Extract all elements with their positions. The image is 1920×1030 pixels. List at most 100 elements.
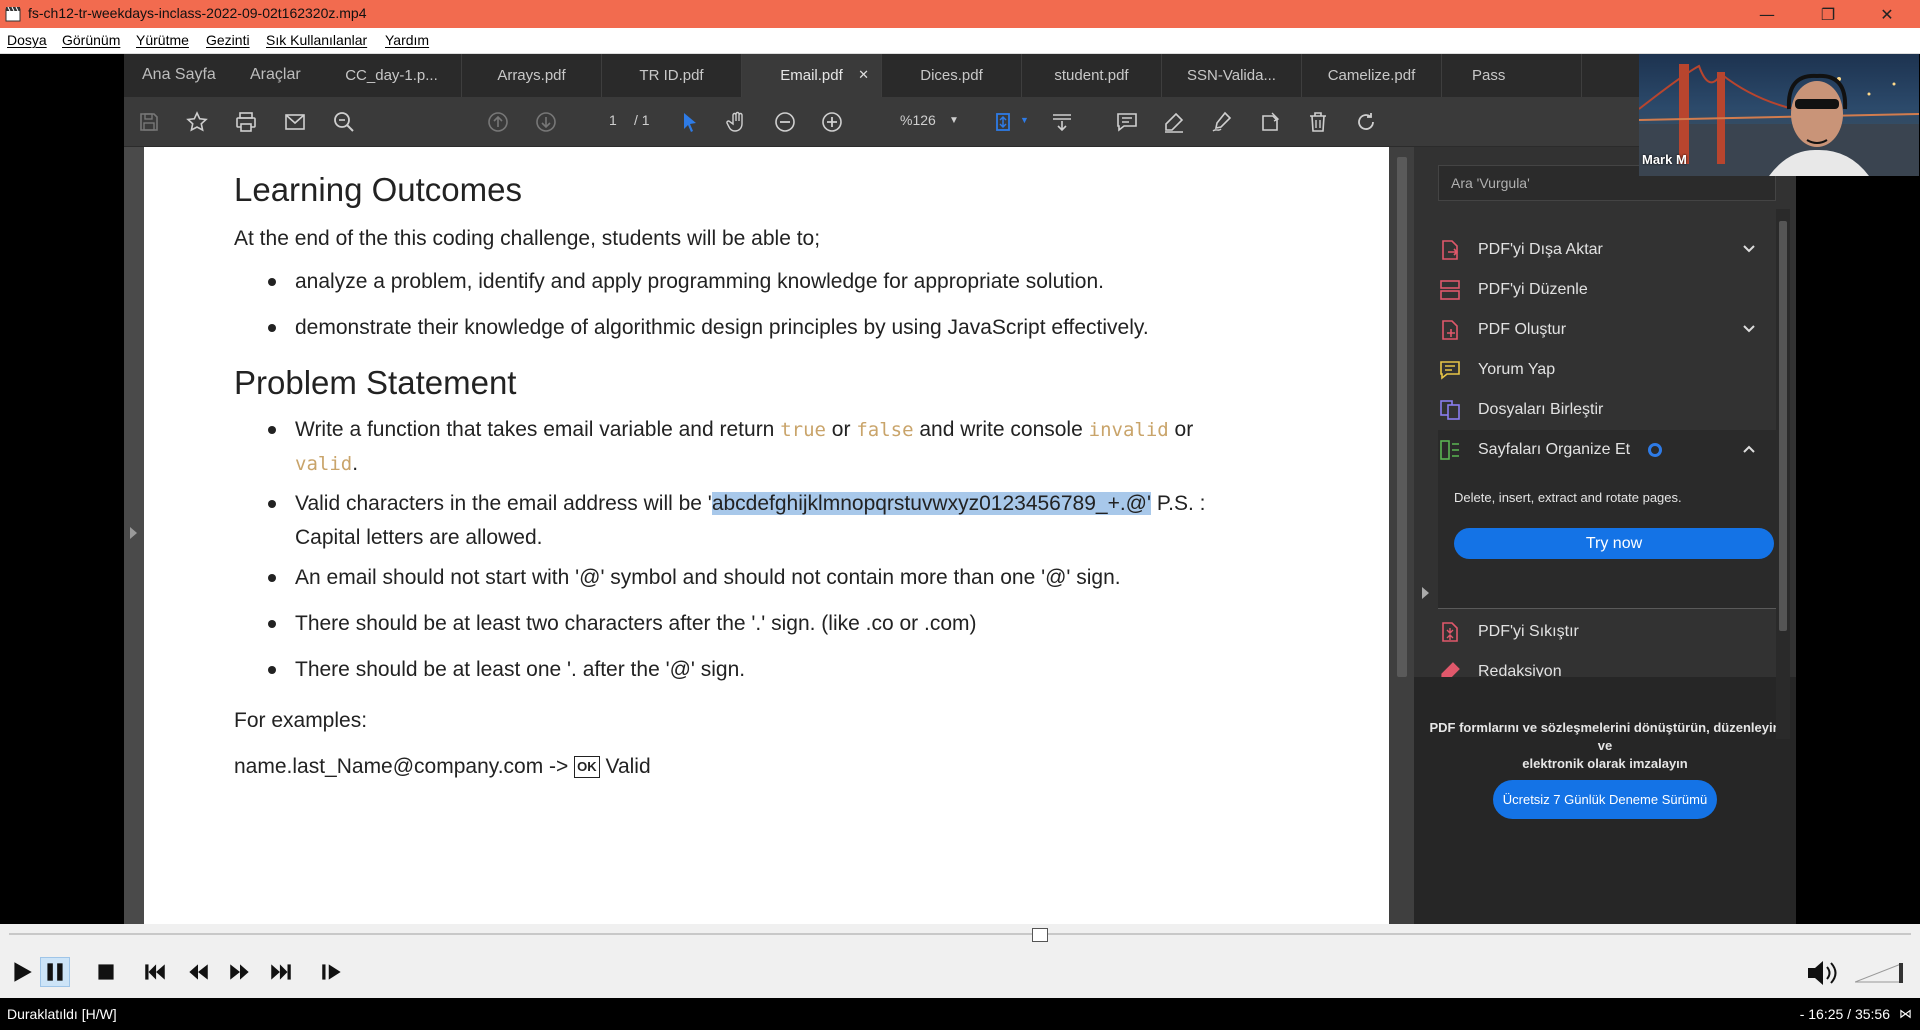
try-now-button[interactable]: Try now (1454, 528, 1774, 559)
share-icon[interactable] (1255, 107, 1285, 137)
tool-compress-pdf[interactable]: PDF'yi Sıkıştır (1438, 612, 1776, 652)
menu-favorites[interactable]: Sık Kullanılanlar (266, 32, 367, 48)
document-viewer[interactable]: Learning Outcomes At the end of the this… (124, 147, 1414, 924)
bullet (268, 574, 276, 582)
play-button[interactable] (7, 957, 37, 987)
tool-label: Sayfaları Organize Et (1478, 441, 1631, 458)
text: Capital letters are allowed. (295, 526, 543, 549)
free-trial-button[interactable]: Ücretsiz 7 Günlük Deneme Sürümü (1493, 780, 1717, 819)
chevron-up-icon[interactable] (1742, 442, 1756, 456)
page-down-icon[interactable] (531, 107, 561, 137)
tab-pass[interactable]: Pass (1442, 54, 1582, 97)
menu-file[interactable]: Dosya (7, 32, 47, 48)
volume-icon[interactable] (1805, 958, 1841, 988)
highlight-pen-icon[interactable] (1159, 107, 1189, 137)
save-icon[interactable] (134, 107, 164, 137)
tab-cc-day-1[interactable]: CC_day-1.p... (322, 54, 462, 97)
previous-icon (145, 964, 165, 980)
play-icon (14, 962, 32, 982)
tool-label: PDF'yi Düzenle (1478, 281, 1588, 298)
pause-button[interactable] (40, 957, 70, 987)
tab-camelize[interactable]: Camelize.pdf (1302, 54, 1442, 97)
volume-slider[interactable] (1855, 962, 1903, 984)
tab-dices[interactable]: Dices.pdf (882, 54, 1022, 97)
tool-export-pdf[interactable]: PDF'yi Dışa Aktar (1438, 230, 1776, 270)
collapse-panel-icon[interactable] (1422, 587, 1429, 599)
scrollbar-thumb[interactable] (1779, 221, 1787, 631)
page-number-input[interactable]: 1 (609, 112, 617, 128)
expand-left-panel-icon[interactable] (130, 527, 137, 539)
rewind-button[interactable] (183, 957, 213, 987)
tool-edit-pdf[interactable]: PDF'yi Düzenle (1438, 270, 1776, 310)
frame-step-button[interactable] (317, 957, 347, 987)
minimize-button[interactable]: — (1744, 0, 1790, 28)
tab-arrays[interactable]: Arrays.pdf (462, 54, 602, 97)
sign-icon[interactable] (1207, 107, 1237, 137)
tab-label: Email.pdf (780, 67, 843, 84)
delete-icon[interactable] (1303, 107, 1333, 137)
menu-help[interactable]: Yardım (385, 32, 429, 48)
comment-icon[interactable] (1112, 107, 1142, 137)
rewind-icon (189, 964, 208, 980)
zoom-in-icon[interactable] (817, 107, 847, 137)
stop-button[interactable] (91, 957, 121, 987)
menu-playback[interactable]: Yürütme (136, 32, 189, 48)
tab-ssn-validation[interactable]: SSN-Valida... (1162, 54, 1302, 97)
chevron-down-icon[interactable] (1742, 322, 1756, 336)
nav-home[interactable]: Ana Sayfa (142, 66, 216, 84)
tool-organize-pages[interactable]: Sayfaları Organize Et (1438, 430, 1776, 470)
zoom-dropdown-icon[interactable]: ▼ (949, 115, 959, 126)
seek-handle[interactable] (1031, 928, 1048, 942)
nav-tools[interactable]: Araçlar (250, 66, 301, 84)
menu-navigate[interactable]: Gezinti (206, 32, 250, 48)
tools-panel: Ara 'Vurgula' PDF'yi Dışa Aktar PDF'yi D… (1414, 147, 1796, 924)
zoom-out-icon[interactable] (770, 107, 800, 137)
tab-student[interactable]: student.pdf (1022, 54, 1162, 97)
zoom-level[interactable]: %126 (900, 112, 936, 128)
tool-create-pdf[interactable]: PDF Oluştur (1438, 310, 1776, 350)
tab-tr-id[interactable]: TR ID.pdf (602, 54, 742, 97)
seek-bar[interactable] (0, 924, 1920, 944)
text: P.S. : (1151, 492, 1206, 515)
scroll-mode-icon[interactable] (1047, 107, 1077, 137)
selected-text[interactable]: abcdefghijklmnopqrstuvwxyz0123456789_+.@… (711, 492, 1151, 515)
tab-close-icon[interactable]: ✕ (858, 67, 869, 83)
bullet (268, 324, 276, 332)
document-scrollbar[interactable] (1389, 147, 1414, 924)
window-title: fs-ch12-tr-weekdays-inclass-2022-09-02t1… (28, 5, 367, 21)
tab-email[interactable]: Email.pdf ✕ (742, 54, 882, 97)
fit-dropdown-icon[interactable]: ▼ (1020, 115, 1029, 125)
maximize-button[interactable]: ❐ (1805, 0, 1851, 28)
page-up-icon[interactable] (483, 107, 513, 137)
star-icon[interactable] (182, 107, 212, 137)
close-button[interactable]: ✕ (1864, 0, 1910, 28)
webcam-name-label: Mark M (1642, 152, 1687, 167)
tool-comment[interactable]: Yorum Yap (1438, 350, 1776, 390)
time-display[interactable]: - 16:25 / 35:56 (1800, 1006, 1890, 1022)
panel-scrollbar[interactable] (1776, 209, 1790, 739)
search-zoom-icon[interactable] (329, 107, 359, 137)
code-true: true (780, 419, 826, 441)
seek-track[interactable] (9, 933, 1911, 935)
video-frame[interactable]: Ana Sayfa Araçlar CC_day-1.p... Arrays.p… (0, 54, 1920, 924)
fit-page-icon[interactable] (989, 107, 1019, 137)
fast-forward-button[interactable] (225, 957, 255, 987)
edit-pdf-icon (1440, 280, 1460, 300)
scrollbar-thumb[interactable] (1397, 157, 1407, 677)
mail-icon[interactable] (280, 107, 310, 137)
select-cursor-icon[interactable] (675, 107, 705, 137)
promo-line: PDF formlarını ve sözleşmelerini dönüştü… (1429, 720, 1781, 735)
next-button[interactable] (266, 957, 296, 987)
intro-text: At the end of the this coding challenge,… (234, 227, 821, 250)
playback-status: Duraklatıldı [H/W] (7, 1006, 117, 1022)
tool-combine-files[interactable]: Dosyaları Birleştir (1438, 390, 1776, 430)
organize-pages-icon (1440, 440, 1459, 460)
bullet (268, 500, 276, 508)
rotate-icon[interactable] (1351, 107, 1381, 137)
print-icon[interactable] (231, 107, 261, 137)
examples-label: For examples: (234, 709, 368, 732)
hand-icon[interactable] (722, 107, 752, 137)
chevron-down-icon[interactable] (1742, 242, 1756, 256)
previous-button[interactable] (140, 957, 170, 987)
menu-view[interactable]: Görünüm (62, 32, 120, 48)
